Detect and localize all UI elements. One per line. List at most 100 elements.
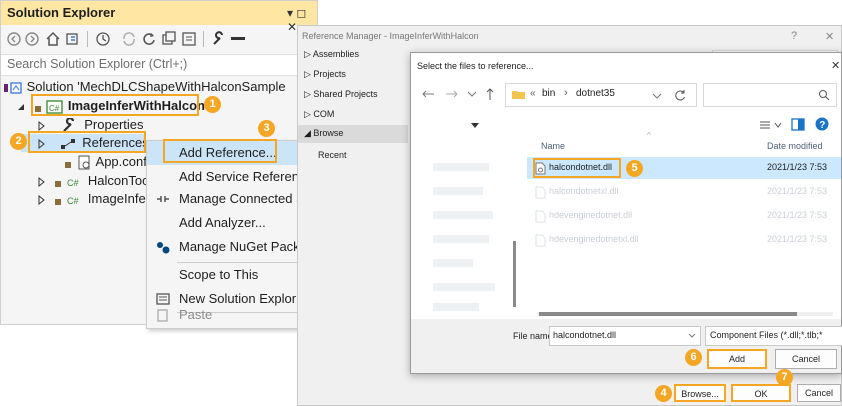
navigation-pane[interactable] [411, 135, 521, 313]
show-all-files-icon[interactable] [181, 31, 197, 47]
dll-file-icon [535, 186, 546, 199]
nav-com[interactable]: ▷ COM [304, 109, 334, 120]
collapse-all-icon[interactable] [161, 31, 177, 47]
nav-projects[interactable]: ▷ Projects [304, 69, 346, 80]
breadcrumb-prefix: « [530, 88, 536, 99]
file-name: halcondotnetxl.dll [549, 186, 619, 196]
close-icon[interactable]: ✕ [825, 30, 834, 43]
file-type-select[interactable]: Component Files (*.dll;*.tlb;* [705, 326, 842, 346]
nuget-icon [157, 242, 170, 254]
back-arrow-icon[interactable] [421, 89, 435, 99]
paste-icon [157, 309, 168, 322]
breadcrumb-bin[interactable]: bin [542, 88, 555, 99]
up-arrow-icon[interactable] [485, 87, 495, 101]
column-header-name[interactable]: Name [541, 141, 565, 151]
tree-item-halcon-tool[interactable]: C# HalconTool [1, 172, 152, 190]
organize-dropdown-icon[interactable] [471, 123, 479, 129]
sync-icon[interactable] [121, 31, 137, 47]
file-dialog-close-icon[interactable]: ✕ [831, 59, 840, 72]
tree-item-image-infer[interactable]: C# ImageInferV [1, 190, 159, 208]
nav-pane-item [433, 259, 473, 267]
horizontal-scrollbar[interactable] [537, 312, 833, 316]
recent-locations-chevron-icon[interactable] [467, 90, 477, 98]
connected-service-icon [157, 196, 169, 202]
refresh-icon[interactable] [141, 31, 157, 47]
svg-text:C#: C# [67, 178, 79, 188]
nav-recent[interactable]: Recent [318, 150, 347, 160]
callout-7: 7 [776, 369, 793, 386]
ok-button[interactable]: OK [731, 384, 791, 402]
browse-button-label: Browse... [681, 389, 719, 399]
callout-4: 4 [655, 385, 672, 402]
file-name-input[interactable]: halcondotnet.dll [549, 326, 701, 346]
menu-manage-nuget[interactable]: Manage NuGet Packa [147, 235, 307, 259]
preview-pane-icon[interactable] [791, 118, 805, 131]
nav-pane-scrollbar[interactable] [513, 241, 516, 307]
context-menu: Add Reference... Add Service Referen Man… [146, 140, 308, 329]
collapsed-arrow-icon [38, 194, 45, 205]
nav-pane-item [433, 235, 489, 243]
refresh-icon[interactable] [674, 89, 686, 101]
solution-explorer-title-bar: Solution Explorer [1, 1, 317, 25]
file-name: hdevenginedotnetxl.dll [549, 234, 639, 244]
ref-cancel-button[interactable]: Cancel [797, 384, 841, 402]
help-button[interactable]: ? [791, 30, 797, 42]
nav-shared-projects[interactable]: ▷ Shared Projects [304, 89, 377, 100]
menu-paste[interactable]: Paste [147, 303, 305, 327]
menu-manage-connected-services[interactable]: Manage Connected S [147, 187, 305, 211]
help-icon[interactable]: ? [815, 117, 829, 131]
address-dropdown-icon[interactable] [652, 92, 662, 100]
file-dialog: Select the files to reference... ✕ « bin… [410, 52, 842, 374]
callout-3: 3 [258, 120, 275, 137]
home-icon[interactable] [45, 31, 61, 47]
nav-pane-item [433, 211, 493, 219]
search-box[interactable]: Search Solution Explorer (Ctrl+;) [1, 54, 317, 76]
halcon-tool-label: HalconTool [87, 173, 153, 188]
nav-assemblies[interactable]: ▷ Assemblies [304, 49, 359, 60]
address-bar[interactable]: « bin › dotnet35 [505, 83, 697, 107]
solution-icon [4, 81, 22, 94]
search-input[interactable]: Search Solution Explorer (Ctrl+;) [7, 57, 187, 71]
file-row[interactable]: hdevenginedotnet.dll 2021/1/23 7:53 [527, 205, 841, 227]
preview-icon[interactable] [231, 37, 245, 41]
file-search-box[interactable] [703, 83, 837, 107]
view-options-icon[interactable] [759, 119, 783, 131]
toolbar-separator [203, 31, 204, 47]
history-icon[interactable] [95, 31, 111, 47]
back-icon[interactable] [7, 32, 21, 46]
dll-file-icon [535, 234, 546, 247]
callout-5: 5 [626, 160, 643, 177]
file-row[interactable]: halcondotnetxl.dll 2021/1/23 7:53 [527, 181, 841, 203]
properties-wrench-icon[interactable] [211, 31, 227, 47]
nav-browse[interactable]: ◢ Browse [298, 125, 408, 143]
file-name-dropdown-icon[interactable] [688, 333, 696, 339]
forward-icon[interactable] [25, 32, 39, 46]
switch-views-icon[interactable] [65, 31, 81, 47]
file-cancel-button[interactable]: Cancel [775, 349, 837, 369]
horizontal-scrollbar-thumb[interactable] [539, 312, 797, 316]
file-date: 2021/1/23 7:53 [767, 162, 828, 172]
menu-add-service-reference[interactable]: Add Service Referen [147, 165, 305, 189]
file-date: 2021/1/23 7:53 [767, 186, 828, 196]
file-row[interactable]: hdevenginedotnetxl.dll 2021/1/23 7:53 [527, 229, 841, 251]
menu-add-analyzer[interactable]: Add Analyzer... [147, 211, 305, 235]
highlight-project [31, 94, 199, 116]
forward-arrow-icon[interactable] [445, 89, 459, 99]
file-date: 2021/1/23 7:53 [767, 234, 828, 244]
callout-2: 2 [10, 133, 27, 150]
tree-item-app-config[interactable]: App.config [1, 153, 157, 171]
lock-icon [54, 198, 61, 205]
browse-button[interactable]: Browse... [674, 384, 726, 402]
breadcrumb-folder[interactable]: dotnet35 [576, 88, 615, 99]
lock-icon [65, 161, 71, 168]
menu-item-label: Scope to This [179, 267, 259, 282]
folder-icon [512, 91, 525, 99]
sort-indicator-icon: ^ [647, 131, 651, 140]
menu-item-label: Manage Connected S [179, 191, 305, 206]
add-button[interactable]: Add [707, 349, 767, 369]
menu-item-label: Paste [179, 307, 213, 322]
column-header-date[interactable]: Date modified [767, 141, 823, 151]
menu-scope-to-this[interactable]: Scope to This [147, 263, 305, 287]
collapsed-arrow-icon [38, 120, 45, 131]
callout-6: 6 [685, 349, 702, 366]
